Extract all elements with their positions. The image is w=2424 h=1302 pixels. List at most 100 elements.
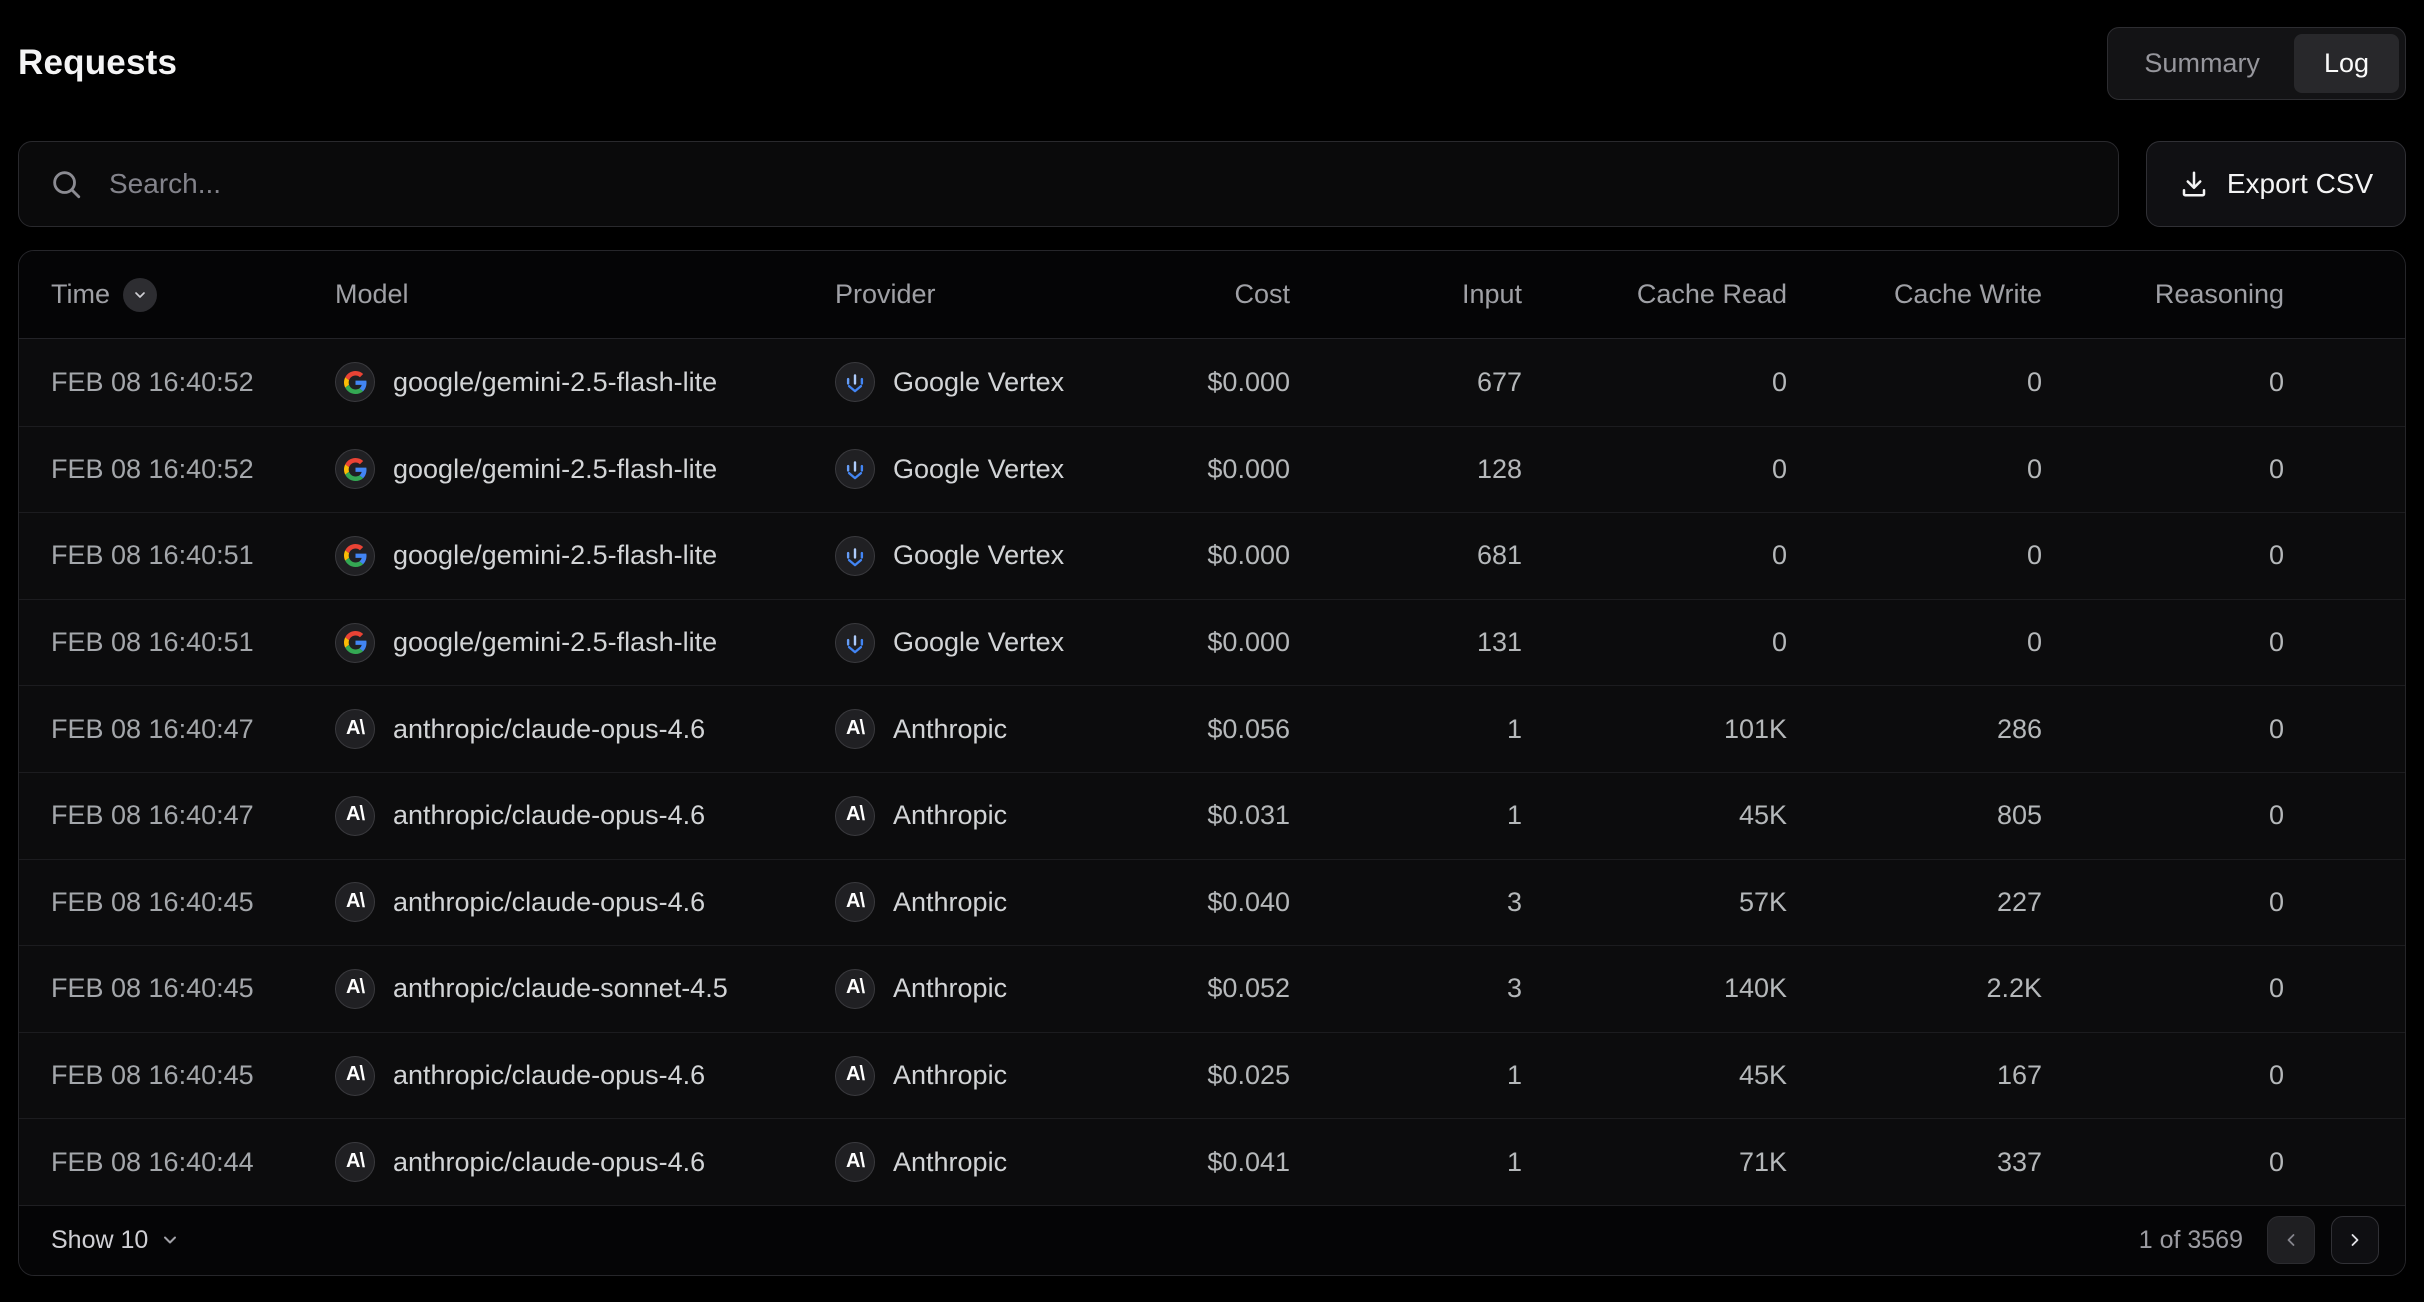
cell-model: google/gemini-2.5-flash-lite [335,449,835,489]
page-size-select[interactable]: Show 10 [51,1226,180,1255]
provider-name: Google Vertex [893,627,1064,658]
table-row[interactable]: FEB 08 16:40:52 google/gemini-2.5-flash-… [19,339,2405,426]
search-input[interactable] [19,142,2118,226]
cell-cost: $0.031 [1175,800,1290,831]
provider-name: Google Vertex [893,367,1064,398]
cell-provider: Google Vertex [835,362,1175,402]
cell-input: 677 [1290,367,1522,398]
provider-name: Google Vertex [893,540,1064,571]
cell-cache-write: 2.2K [1787,973,2042,1004]
toolbar: Export CSV [0,141,2424,227]
cell-input: 1 [1290,1060,1522,1091]
google-logo-icon [335,623,375,663]
cell-reasoning: 0 [2042,454,2284,485]
chevron-down-icon [160,1230,180,1250]
cell-input: 3 [1290,973,1522,1004]
google-logo-icon [335,362,375,402]
google-logo-icon [335,536,375,576]
page-header: Requests Summary Log [0,0,2424,112]
provider-name: Google Vertex [893,454,1064,485]
cell-cache-write: 805 [1787,800,2042,831]
column-header-cache-write: Cache Write [1787,279,2042,310]
anthropic-logo-icon: A\ [835,796,875,836]
cell-reasoning: 0 [2042,1060,2284,1091]
table-row[interactable]: FEB 08 16:40:45 A\ anthropic/claude-opus… [19,1032,2405,1119]
google-vertex-icon [835,536,875,576]
cell-cache-read: 71K [1522,1147,1787,1178]
provider-name: Anthropic [893,1060,1007,1091]
cell-cost: $0.040 [1175,887,1290,918]
next-page-button[interactable] [2331,1216,2379,1264]
cell-model: A\ anthropic/claude-opus-4.6 [335,709,835,749]
table-row[interactable]: FEB 08 16:40:51 google/gemini-2.5-flash-… [19,512,2405,599]
cell-provider: Google Vertex [835,449,1175,489]
cell-provider: A\ Anthropic [835,969,1175,1009]
cell-cost: $0.000 [1175,454,1290,485]
export-csv-label: Export CSV [2227,168,2373,200]
cell-time: FEB 08 16:40:44 [51,1147,335,1178]
table-row[interactable]: FEB 08 16:40:47 A\ anthropic/claude-opus… [19,772,2405,859]
google-vertex-icon [835,449,875,489]
cell-cache-read: 45K [1522,1060,1787,1091]
cell-reasoning: 0 [2042,627,2284,658]
table-row[interactable]: FEB 08 16:40:45 A\ anthropic/claude-sonn… [19,945,2405,1032]
table-row[interactable]: FEB 08 16:40:52 google/gemini-2.5-flash-… [19,426,2405,513]
column-header-time[interactable]: Time [51,278,335,312]
cell-cache-read: 0 [1522,627,1787,658]
cell-cache-write: 0 [1787,367,2042,398]
previous-page-button[interactable] [2267,1216,2315,1264]
cell-time: FEB 08 16:40:47 [51,714,335,745]
anthropic-logo-icon: A\ [335,1142,375,1182]
table-row[interactable]: FEB 08 16:40:51 google/gemini-2.5-flash-… [19,599,2405,686]
anthropic-logo-icon: A\ [335,1056,375,1096]
model-name: google/gemini-2.5-flash-lite [393,540,717,571]
search-icon [49,167,83,201]
sort-chevron-down-icon[interactable] [123,278,157,312]
column-header-cost: Cost [1175,279,1290,310]
table-body: FEB 08 16:40:52 google/gemini-2.5-flash-… [19,339,2405,1205]
cell-provider: A\ Anthropic [835,709,1175,749]
column-header-cache-read: Cache Read [1522,279,1787,310]
cell-cache-read: 0 [1522,367,1787,398]
cell-cache-read: 57K [1522,887,1787,918]
cell-input: 128 [1290,454,1522,485]
provider-name: Anthropic [893,800,1007,831]
table-row[interactable]: FEB 08 16:40:47 A\ anthropic/claude-opus… [19,685,2405,772]
tab-log[interactable]: Log [2294,34,2399,93]
cell-time: FEB 08 16:40:47 [51,800,335,831]
table-header-row: Time Model Provider Cost Input Cache Rea… [19,251,2405,339]
chevron-right-icon [2345,1230,2365,1250]
model-name: anthropic/claude-opus-4.6 [393,1147,705,1178]
cell-cache-read: 101K [1522,714,1787,745]
model-name: google/gemini-2.5-flash-lite [393,454,717,485]
cell-time: FEB 08 16:40:52 [51,367,335,398]
model-name: anthropic/claude-opus-4.6 [393,714,705,745]
cell-input: 3 [1290,887,1522,918]
provider-name: Anthropic [893,714,1007,745]
anthropic-logo-icon: A\ [835,1142,875,1182]
cell-provider: Google Vertex [835,536,1175,576]
table-row[interactable]: FEB 08 16:40:45 A\ anthropic/claude-opus… [19,859,2405,946]
google-vertex-icon [835,362,875,402]
cell-cache-write: 286 [1787,714,2042,745]
cell-cache-write: 0 [1787,627,2042,658]
cell-cost: $0.000 [1175,367,1290,398]
model-name: anthropic/claude-opus-4.6 [393,800,705,831]
google-vertex-icon [835,623,875,663]
cell-cache-write: 337 [1787,1147,2042,1178]
anthropic-logo-icon: A\ [835,969,875,1009]
cell-cost: $0.056 [1175,714,1290,745]
tab-summary[interactable]: Summary [2114,34,2290,93]
provider-name: Anthropic [893,973,1007,1004]
model-name: anthropic/claude-sonnet-4.5 [393,973,728,1004]
cell-model: A\ anthropic/claude-opus-4.6 [335,1056,835,1096]
cell-cost: $0.025 [1175,1060,1290,1091]
cell-reasoning: 0 [2042,887,2284,918]
export-csv-button[interactable]: Export CSV [2146,141,2406,227]
cell-time: FEB 08 16:40:52 [51,454,335,485]
cell-cache-write: 0 [1787,540,2042,571]
table-row[interactable]: FEB 08 16:40:44 A\ anthropic/claude-opus… [19,1118,2405,1205]
cell-cache-read: 0 [1522,540,1787,571]
cell-cache-write: 167 [1787,1060,2042,1091]
cell-cost: $0.041 [1175,1147,1290,1178]
